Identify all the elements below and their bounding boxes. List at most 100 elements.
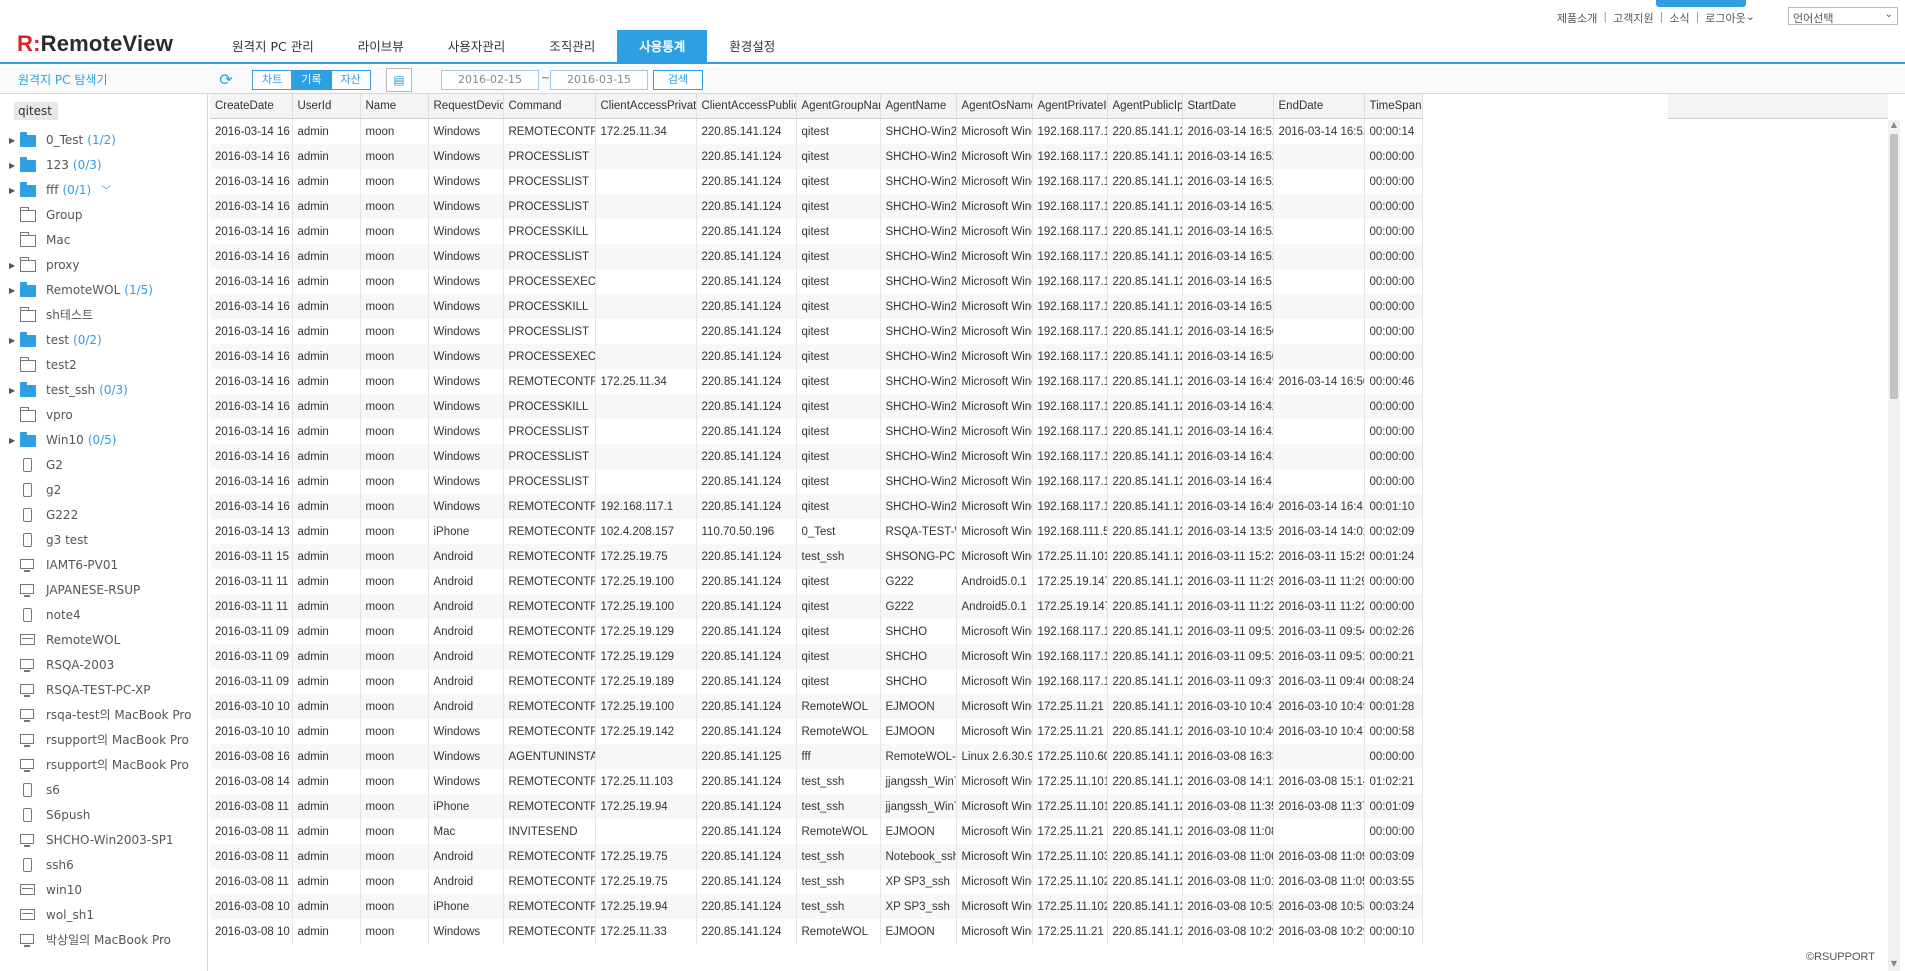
tree-item[interactable]: sh테스트 — [0, 303, 207, 328]
tree-item[interactable]: Mac — [0, 228, 207, 253]
scroll-up-icon[interactable]: ▲ — [1888, 120, 1900, 132]
tree-item[interactable]: S6push — [0, 803, 207, 828]
expand-arrow-icon[interactable]: ▶ — [9, 178, 15, 203]
tree-item[interactable]: ▶ test (0/2) — [0, 328, 207, 353]
search-button[interactable]: 검색 — [653, 70, 703, 90]
tree-item[interactable]: ▶ 123 (0/3) — [0, 153, 207, 178]
column-header[interactable]: TimeSpan — [1364, 94, 1423, 119]
tab-5[interactable]: 환경설정 — [707, 30, 797, 64]
column-header[interactable]: Command — [503, 94, 596, 119]
table-row[interactable]: 2016-03-08 10adminmoonWindowsREMOTECONTR… — [210, 919, 1423, 944]
tab-4[interactable]: 사용통계 — [617, 30, 708, 64]
table-row[interactable]: 2016-03-08 10adminmooniPhoneREMOTECONTRO… — [210, 894, 1423, 919]
tree-item[interactable]: G2 — [0, 453, 207, 478]
column-header[interactable]: EndDate — [1273, 94, 1365, 119]
tree-item[interactable]: G222 — [0, 503, 207, 528]
table-row[interactable]: 2016-03-14 16 admin moon Windows PROCESSLIST… — [210, 319, 1423, 344]
table-row[interactable]: 2016-03-14 13adminmooniPhoneREMOTECONTRO… — [210, 519, 1423, 544]
tree-item[interactable]: SHCHO-Win2003-SP1 — [0, 828, 207, 853]
scrollbar-thumb[interactable] — [1890, 134, 1898, 399]
tree-item[interactable]: ssh6 — [0, 853, 207, 878]
tree-item[interactable]: ▶ fff (0/1) ﹀ — [0, 178, 207, 203]
table-row[interactable]: 2016-03-14 16adminmoonWindowsREMOTECONTR… — [210, 118, 1423, 144]
mode-button-1[interactable]: 기록 — [292, 71, 332, 89]
table-row[interactable]: 2016-03-14 16 admin moon Windows PROCESSLIST… — [210, 144, 1423, 169]
column-header[interactable]: AgentPrivateIp — [1032, 94, 1108, 119]
expand-arrow-icon[interactable]: ▶ — [9, 428, 15, 453]
tree-item[interactable]: wol_sh1 — [0, 903, 207, 928]
table-row[interactable]: 2016-03-11 11adminmoonAndroidREMOTECONTR… — [210, 569, 1423, 594]
tab-1[interactable]: 라이브뷰 — [336, 30, 426, 64]
tree-item[interactable]: win10 — [0, 878, 207, 903]
tab-2[interactable]: 사용자관리 — [426, 30, 528, 64]
table-row[interactable]: 2016-03-11 09adminmoonAndroidREMOTECONTR… — [210, 644, 1423, 669]
table-row[interactable]: 2016-03-14 16adminmoonWindowsPROCESSEXEC… — [210, 269, 1423, 294]
column-header[interactable]: ClientAccessPrivateIp — [595, 94, 697, 119]
table-row[interactable]: 2016-03-10 10adminmoonAndroidREMOTECONTR… — [210, 694, 1423, 719]
tree-item[interactable]: test2 — [0, 353, 207, 378]
column-header[interactable]: StartDate — [1182, 94, 1274, 119]
table-row[interactable]: 2016-03-14 16 admin moon Windows PROCESSKILL… — [210, 394, 1423, 419]
tree-item[interactable]: s6 — [0, 778, 207, 803]
start-date-input[interactable]: 2016-02-15 — [441, 70, 539, 90]
column-header[interactable]: AgentGroupName — [796, 94, 881, 119]
tab-3[interactable]: 조직관리 — [527, 30, 617, 64]
expand-arrow-icon[interactable]: ▶ — [9, 153, 15, 178]
export-excel-icon[interactable]: ▤ — [386, 68, 412, 92]
mode-button-2[interactable]: 자산 — [331, 71, 370, 89]
table-row[interactable]: 2016-03-14 16 admin moon Windows PROCESSKILL… — [210, 294, 1423, 319]
tree-item[interactable]: IAMT6-PV01 — [0, 553, 207, 578]
table-row[interactable]: 2016-03-11 09adminmoonAndroidREMOTECONTR… — [210, 619, 1423, 644]
top-link-1[interactable]: 고객지원 — [1613, 10, 1653, 26]
tree-item[interactable]: ▶ RemoteWOL (1/5) — [0, 278, 207, 303]
chevron-down-icon[interactable]: ﹀ — [101, 186, 111, 197]
expand-arrow-icon[interactable]: ▶ — [9, 253, 15, 278]
column-header[interactable]: AgentPublicIp — [1107, 94, 1183, 119]
expand-arrow-icon[interactable]: ▶ — [9, 278, 15, 303]
end-date-input[interactable]: 2016-03-15 — [550, 70, 648, 90]
tree-item[interactable]: vpro — [0, 403, 207, 428]
tree-item[interactable]: ▶ proxy — [0, 253, 207, 278]
table-row[interactable]: 2016-03-14 16 admin moon Windows PROCESSLIST… — [210, 444, 1423, 469]
table-row[interactable]: 2016-03-08 14adminmoonWindowsREMOTECONTR… — [210, 769, 1423, 794]
table-row[interactable]: 2016-03-11 11adminmoonAndroidREMOTECONTR… — [210, 594, 1423, 619]
expand-arrow-icon[interactable]: ▶ — [9, 378, 15, 403]
column-header[interactable]: AgentName — [880, 94, 957, 119]
tree-item[interactable]: rsupport의 MacBook Pro — [0, 753, 207, 778]
tree-item[interactable]: rsqa-test의 MacBook Pro — [0, 703, 207, 728]
column-header[interactable]: AgentOsName — [956, 94, 1033, 119]
table-row[interactable]: 2016-03-14 16adminmoonWindowsREMOTECONTR… — [210, 369, 1423, 394]
column-header[interactable]: CreateDate — [210, 94, 293, 119]
table-row[interactable]: 2016-03-08 11adminmooniPhoneREMOTECONTRO… — [210, 794, 1423, 819]
table-row[interactable]: 2016-03-10 10adminmoonWindowsREMOTECONTR… — [210, 719, 1423, 744]
table-row[interactable]: 2016-03-14 16 admin moon Windows PROCESSLIST… — [210, 419, 1423, 444]
table-row[interactable]: 2016-03-14 16 admin moon Windows PROCESSLIST… — [210, 169, 1423, 194]
table-row[interactable]: 2016-03-11 09adminmoonAndroidREMOTECONTR… — [210, 669, 1423, 694]
table-row[interactable]: 2016-03-14 16 admin moon Windows PROCESSLIST… — [210, 469, 1423, 494]
tree-item[interactable]: RSQA-TEST-PC-XP — [0, 678, 207, 703]
table-row[interactable]: 2016-03-14 16adminmoonWindowsREMOTECONTR… — [210, 494, 1423, 519]
table-row[interactable]: 2016-03-14 16 admin moon Windows PROCESSLIST… — [210, 194, 1423, 219]
table-row[interactable]: 2016-03-11 15adminmoonAndroidREMOTECONTR… — [210, 544, 1423, 569]
column-header[interactable]: RequestDevice — [428, 94, 504, 119]
tree-item[interactable]: 박상일의 MacBook Pro — [0, 928, 207, 953]
top-mini-tab[interactable] — [1656, 0, 1746, 7]
table-row[interactable]: 2016-03-08 16 admin moon Windows AGENTUNINST… — [210, 744, 1423, 769]
refresh-icon[interactable]: ⟳ — [216, 70, 236, 90]
tree-item[interactable]: ▶ Win10 (0/5) — [0, 428, 207, 453]
table-row[interactable]: 2016-03-14 16adminmoonWindowsPROCESSEXEC… — [210, 344, 1423, 369]
mode-button-0[interactable]: 차트 — [253, 71, 293, 89]
table-row[interactable]: 2016-03-08 11 admin moon Mac INVITESEND 220.8… — [210, 819, 1423, 844]
app-logo[interactable]: R:RemoteView — [17, 31, 173, 57]
tree-item[interactable]: ▶ 0_Test (1/2) — [0, 128, 207, 153]
top-link-2[interactable]: 소식 — [1669, 10, 1689, 26]
remote-pc-explorer-label[interactable]: 원격지 PC 탐색기 — [18, 71, 108, 88]
column-header[interactable]: UserId — [292, 94, 361, 119]
tab-0[interactable]: 원격지 PC 관리 — [210, 30, 336, 64]
column-header[interactable]: Name — [360, 94, 429, 119]
top-link-0[interactable]: 제품소개 — [1557, 10, 1597, 26]
tree-item[interactable]: JAPANESE-RSUP — [0, 578, 207, 603]
expand-arrow-icon[interactable]: ▶ — [9, 328, 15, 353]
table-row[interactable]: 2016-03-14 16 admin moon Windows PROCESSLIST… — [210, 244, 1423, 269]
group-search-input[interactable]: qitest — [14, 102, 58, 120]
